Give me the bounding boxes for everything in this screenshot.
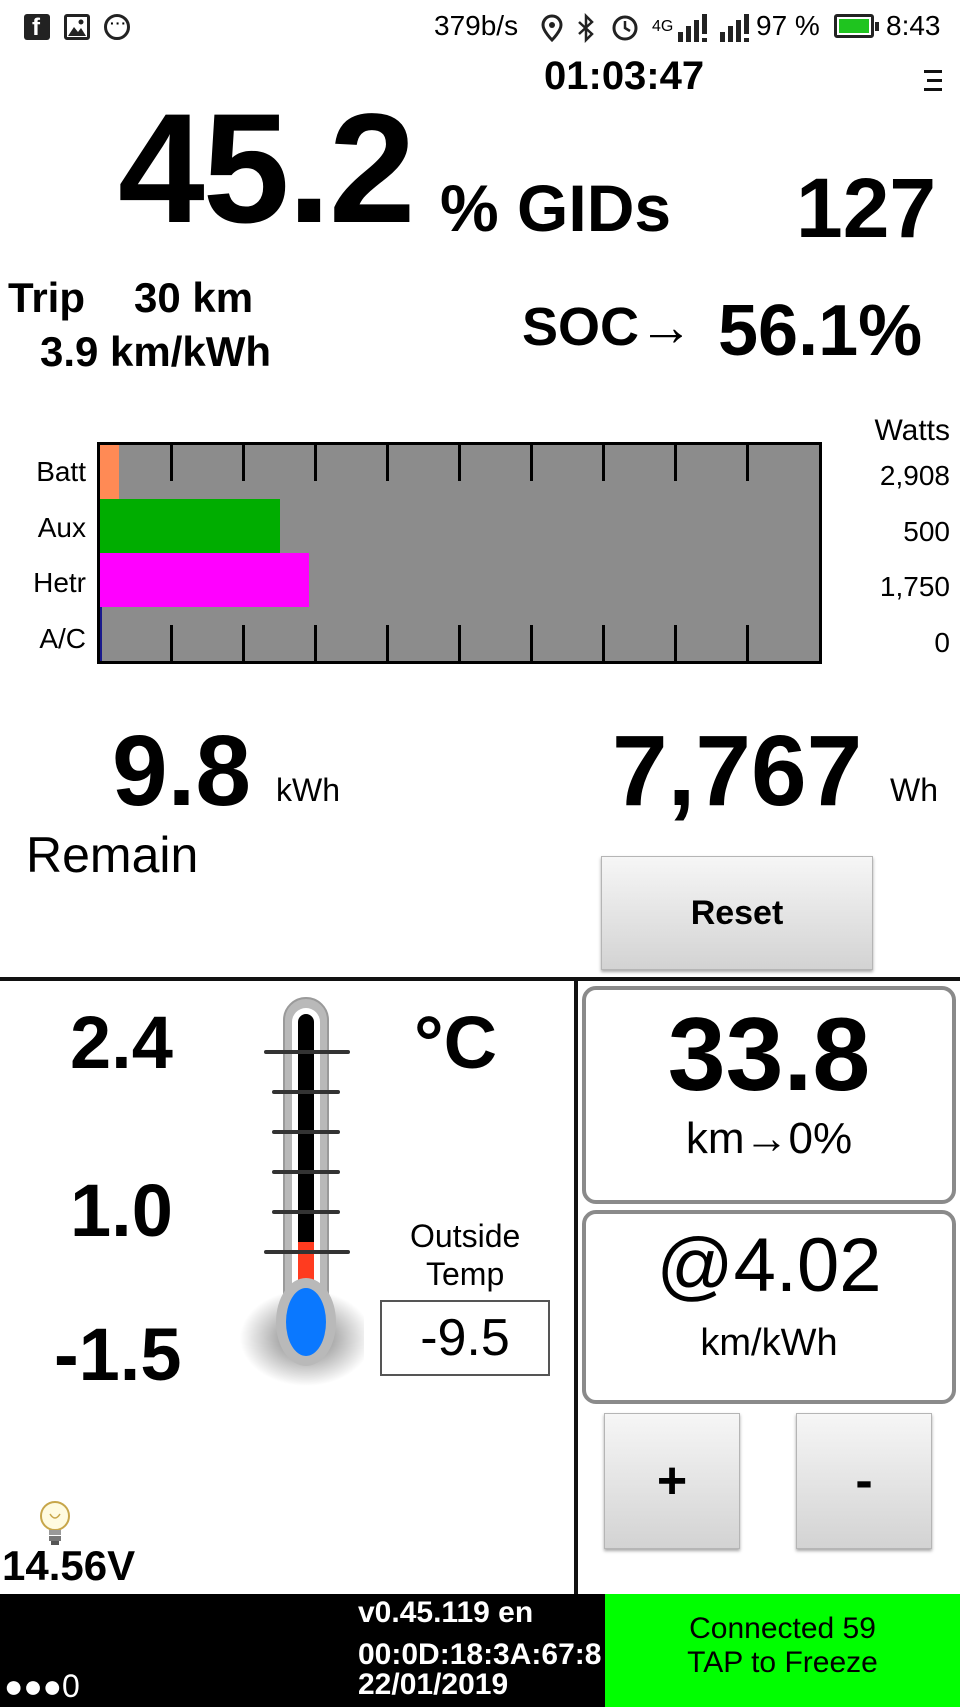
bar-ac — [100, 607, 103, 661]
messenger-icon: ··· — [104, 14, 130, 40]
used-energy-unit: Wh — [890, 772, 938, 808]
remain-energy-unit: kWh — [276, 772, 340, 808]
footer-version: v0.45.119 en — [358, 1596, 534, 1629]
battery-percent: 97 % — [756, 10, 820, 41]
range-efficiency-unit: km/kWh — [700, 1322, 838, 1364]
bar-label-aux: Aux — [37, 512, 86, 543]
trip-efficiency: 3.9 km/kWh — [40, 328, 272, 375]
connection-status-button[interactable]: Connected 59 TAP to Freeze — [605, 1594, 960, 1707]
gridline-tick — [601, 445, 605, 481]
lightbulb-icon — [40, 1501, 70, 1545]
bar-aux — [100, 499, 280, 553]
gridline-tick — [314, 445, 318, 481]
network-type: 4G — [652, 18, 674, 35]
bar-value-aux: 500 — [903, 516, 950, 547]
gridline-tick — [673, 625, 677, 661]
gridline-tick — [673, 445, 677, 481]
bluetooth-icon — [578, 13, 594, 43]
temp-high: 2.4 — [70, 1001, 173, 1084]
power-bar-chart — [97, 442, 822, 664]
gids-unit: % GIDs — [440, 171, 672, 245]
bar-value-batt: 2,908 — [879, 460, 950, 491]
plus-button[interactable]: + — [604, 1413, 740, 1549]
gridline-tick — [314, 625, 318, 661]
gridline-tick — [458, 445, 461, 481]
bar-value-ac: 0 — [934, 627, 950, 658]
trip-label: Trip — [8, 274, 86, 321]
signal-icon-2 — [720, 14, 749, 42]
signal-icon-1 — [678, 14, 707, 42]
outside-temp-value: -9.5 — [420, 1309, 510, 1367]
gridline-tick — [458, 625, 461, 661]
thermometer-icon — [240, 997, 364, 1386]
vertical-divider — [574, 977, 578, 1594]
bar-label-ac: A/C — [39, 623, 86, 654]
gridline-tick — [386, 445, 390, 481]
battery-icon — [834, 14, 879, 38]
trip-distance: 30 km — [134, 274, 254, 321]
gridline-tick — [745, 445, 749, 481]
bar-hetr — [100, 553, 309, 607]
gridline-tick — [386, 625, 390, 661]
gridline-tick — [529, 445, 533, 481]
gids-percent: 45.2 — [118, 82, 416, 256]
tap-to-freeze: TAP to Freeze — [687, 1646, 878, 1679]
footer-date: 22/01/2019 — [358, 1668, 509, 1701]
net-speed: 379b/s — [434, 10, 519, 41]
gridline-tick — [601, 625, 605, 661]
horizontal-divider — [0, 977, 960, 981]
temp-unit: °C — [414, 1001, 498, 1084]
gallery-icon — [64, 14, 90, 40]
gridline-tick — [170, 625, 174, 661]
connection-status: Connected 59 — [689, 1612, 876, 1645]
minus-button[interactable]: - — [796, 1413, 932, 1549]
facebook-icon: f — [24, 14, 50, 41]
menu-icon[interactable] — [924, 68, 944, 94]
used-energy-value: 7,767 — [612, 715, 863, 827]
outside-temp-box: -9.5 — [380, 1300, 550, 1376]
range-distance-label: km→0% — [685, 1114, 853, 1163]
range-distance: 33.8 — [667, 997, 871, 1113]
clock-time: 8:43 — [886, 10, 941, 41]
bar-value-hetr: 1,750 — [879, 571, 950, 602]
reset-button[interactable]: Reset — [601, 856, 873, 970]
outside-temp-label-1: Outside — [410, 1218, 521, 1254]
remain-label: Remain — [26, 827, 199, 883]
gridline-tick — [242, 625, 246, 661]
footer-mac: 00:0D:18:3A:67:8 — [358, 1638, 602, 1671]
battery-voltage: 14.56V — [2, 1542, 136, 1589]
soc-value: 56.1% — [718, 291, 923, 371]
bar-batt — [100, 445, 120, 499]
gids-count: 127 — [796, 161, 937, 255]
range-panel: 33.8 km→0% — [582, 986, 956, 1204]
gridline-tick — [170, 445, 174, 481]
outside-temp-label-2: Temp — [426, 1256, 505, 1292]
range-efficiency: @4.02 — [656, 1223, 882, 1308]
temp-low: -1.5 — [54, 1313, 182, 1396]
gridline-tick — [242, 445, 246, 481]
bar-label-hetr: Hetr — [33, 567, 86, 598]
remain-energy-value: 9.8 — [112, 715, 252, 827]
gridline-tick — [745, 625, 749, 661]
gridline-tick — [529, 625, 533, 661]
watts-header: Watts — [874, 414, 950, 447]
footer-bar: ●●●0 v0.45.119 en 00:0D:18:3A:67:8 22/01… — [0, 1594, 605, 1707]
alarm-icon — [612, 15, 638, 41]
footer-dots: ●●●0 — [4, 1668, 80, 1704]
elapsed-time: 01:03:47 — [544, 54, 705, 98]
efficiency-panel: @4.02 km/kWh — [582, 1210, 956, 1404]
temp-mid: 1.0 — [70, 1169, 173, 1252]
bar-label-batt: Batt — [36, 456, 86, 487]
location-icon — [541, 14, 563, 42]
soc-label: SOC→ — [522, 297, 694, 357]
